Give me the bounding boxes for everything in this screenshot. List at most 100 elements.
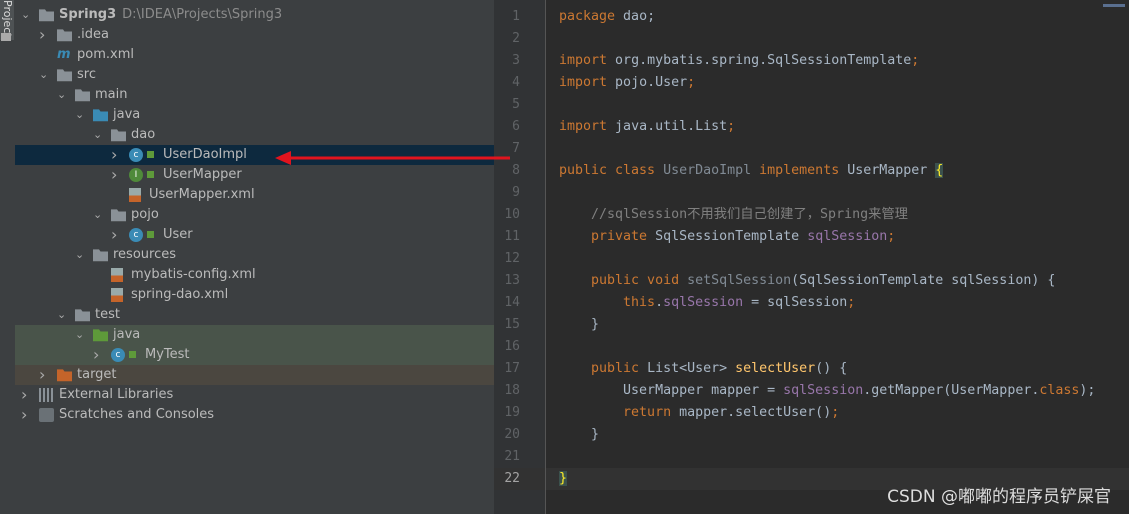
tree-item[interactable]: › c User bbox=[15, 225, 494, 245]
chevron-down-icon[interactable]: ⌄ bbox=[75, 325, 87, 345]
tree-item[interactable]: ⌄ main bbox=[15, 85, 494, 105]
tree-item-label: Scratches and Consoles bbox=[59, 407, 215, 422]
chevron-right-icon[interactable]: › bbox=[21, 385, 33, 405]
folder-icon bbox=[57, 29, 72, 42]
code-token: ); bbox=[1079, 383, 1096, 398]
chevron-down-icon[interactable]: ⌄ bbox=[93, 205, 105, 225]
tree-item[interactable]: ⌄ src bbox=[15, 65, 494, 85]
tree-item[interactable]: › c MyTest bbox=[15, 345, 494, 365]
tree-item[interactable]: ⌄ java bbox=[15, 105, 494, 125]
tree-item-label: UserMapper bbox=[163, 167, 242, 182]
line-number: 10 bbox=[504, 207, 520, 222]
line-number: 21 bbox=[504, 449, 520, 464]
tree-item-label: pojo bbox=[131, 207, 159, 222]
tree-item[interactable]: m pom.xml bbox=[15, 45, 494, 65]
line-number: 12 bbox=[504, 251, 520, 266]
code-line[interactable]: return mapper.selectUser(); bbox=[559, 402, 839, 424]
line-number: 5 bbox=[512, 97, 520, 112]
code-token: //sqlSession不用我们自己创建了，Spring来管理 bbox=[559, 207, 908, 222]
tree-item-label: UserMapper.xml bbox=[149, 187, 255, 202]
code-token: this bbox=[559, 295, 656, 310]
code-token: SqlSessionTemplate bbox=[655, 229, 808, 244]
chevron-down-icon[interactable]: ⌄ bbox=[39, 65, 51, 85]
maven-icon: m bbox=[57, 47, 71, 62]
code-token: public void bbox=[559, 273, 688, 288]
tree-item[interactable]: › Scratches and Consoles bbox=[15, 405, 494, 425]
code-line[interactable]: } bbox=[559, 424, 599, 446]
folder-icon bbox=[75, 309, 90, 322]
code-line[interactable]: } bbox=[559, 468, 568, 490]
code-line[interactable]: private SqlSessionTemplate sqlSession; bbox=[559, 226, 895, 248]
chevron-right-icon[interactable]: › bbox=[39, 365, 51, 385]
chevron-down-icon[interactable]: ⌄ bbox=[75, 105, 87, 125]
chevron-down-icon[interactable]: ⌄ bbox=[57, 85, 69, 105]
code-token: return bbox=[559, 405, 680, 420]
tree-item[interactable]: ⌄ resources bbox=[15, 245, 494, 265]
tree-item-label: src bbox=[77, 67, 96, 82]
tree-item[interactable]: ⌄ Spring3 D:\IDEA\Projects\Spring3 bbox=[15, 5, 494, 25]
chevron-down-icon[interactable]: ⌄ bbox=[93, 125, 105, 145]
line-number: 4 bbox=[512, 75, 520, 90]
resources-folder-icon bbox=[93, 249, 108, 262]
code-token: ; bbox=[911, 53, 920, 68]
code-token: ; bbox=[887, 229, 896, 244]
code-token: ; bbox=[847, 295, 856, 310]
lock-icon bbox=[147, 171, 154, 178]
scrollbar-thumb[interactable] bbox=[1103, 4, 1125, 7]
tool-window-strip: Project bbox=[0, 0, 16, 514]
test-class-icon: c bbox=[111, 348, 125, 362]
tree-item-label: Spring3 bbox=[59, 7, 117, 22]
tree-item-label: spring-dao.xml bbox=[131, 287, 229, 302]
tree-item[interactable]: ⌄ pojo bbox=[15, 205, 494, 225]
chevron-right-icon[interactable]: › bbox=[93, 345, 105, 365]
source-folder-icon bbox=[93, 109, 108, 122]
folder-icon bbox=[57, 69, 72, 82]
chevron-right-icon[interactable]: › bbox=[21, 405, 33, 425]
code-line[interactable]: package dao; bbox=[559, 6, 655, 28]
line-number: 6 bbox=[512, 119, 520, 134]
tree-item[interactable]: mybatis-config.xml bbox=[15, 265, 494, 285]
code-line[interactable]: import pojo.User; bbox=[559, 72, 695, 94]
tree-item-label: .idea bbox=[77, 27, 109, 42]
chevron-right-icon[interactable]: › bbox=[111, 225, 123, 245]
chevron-right-icon[interactable]: › bbox=[111, 145, 123, 165]
chevron-down-icon[interactable]: ⌄ bbox=[57, 305, 69, 325]
chevron-down-icon[interactable]: ⌄ bbox=[75, 245, 87, 265]
code-token: pojo.User bbox=[607, 75, 688, 90]
code-line[interactable]: import org.mybatis.spring.SqlSessionTemp… bbox=[559, 50, 919, 72]
folder-icon bbox=[75, 89, 90, 102]
code-line[interactable]: //sqlSession不用我们自己创建了，Spring来管理 bbox=[559, 204, 908, 226]
tree-item[interactable]: spring-dao.xml bbox=[15, 285, 494, 305]
code-line[interactable]: public void setSqlSession(SqlSessionTemp… bbox=[559, 270, 1055, 292]
line-number: 14 bbox=[504, 295, 520, 310]
code-token: class bbox=[1039, 383, 1080, 398]
tree-item[interactable]: › target bbox=[15, 365, 494, 385]
project-path: D:\IDEA\Projects\Spring3 bbox=[122, 7, 283, 22]
code-token: UserMapper bbox=[847, 163, 928, 178]
chevron-right-icon[interactable]: › bbox=[39, 25, 51, 45]
code-line[interactable]: this.sqlSession = sqlSession; bbox=[559, 292, 855, 314]
watermark: CSDN @嘟嘟的程序员铲屎官 bbox=[887, 487, 1111, 507]
tree-item[interactable]: › .idea bbox=[15, 25, 494, 45]
tree-item[interactable]: ⌄ java bbox=[15, 325, 494, 345]
code-token: { bbox=[935, 163, 944, 178]
code-token: java.util.List bbox=[607, 119, 728, 134]
line-number: 9 bbox=[512, 185, 520, 200]
code-line[interactable]: } bbox=[559, 314, 599, 336]
code-token: ; bbox=[831, 405, 840, 420]
chevron-down-icon[interactable]: ⌄ bbox=[21, 5, 33, 25]
code-line[interactable]: import java.util.List; bbox=[559, 116, 735, 138]
tree-item[interactable]: ⌄ test bbox=[15, 305, 494, 325]
code-token: .getMapper(UserMapper. bbox=[863, 383, 1040, 398]
project-tree[interactable]: ⌄ Spring3 D:\IDEA\Projects\Spring3 › .idea m p… bbox=[15, 0, 495, 514]
tree-item-label: External Libraries bbox=[59, 387, 174, 402]
spring-xml-icon bbox=[111, 288, 123, 302]
code-line[interactable]: public List<User> selectUser() { bbox=[559, 358, 847, 380]
tree-item[interactable]: UserMapper.xml bbox=[15, 185, 494, 205]
tree-item-label: User bbox=[163, 227, 193, 242]
code-line[interactable]: UserMapper mapper = sqlSession.getMapper… bbox=[559, 380, 1095, 402]
tree-item[interactable]: › External Libraries bbox=[15, 385, 494, 405]
code-line[interactable]: public class UserDaoImpl implements User… bbox=[559, 160, 944, 182]
chevron-right-icon[interactable]: › bbox=[111, 165, 123, 185]
tree-item[interactable]: ⌄ dao bbox=[15, 125, 494, 145]
